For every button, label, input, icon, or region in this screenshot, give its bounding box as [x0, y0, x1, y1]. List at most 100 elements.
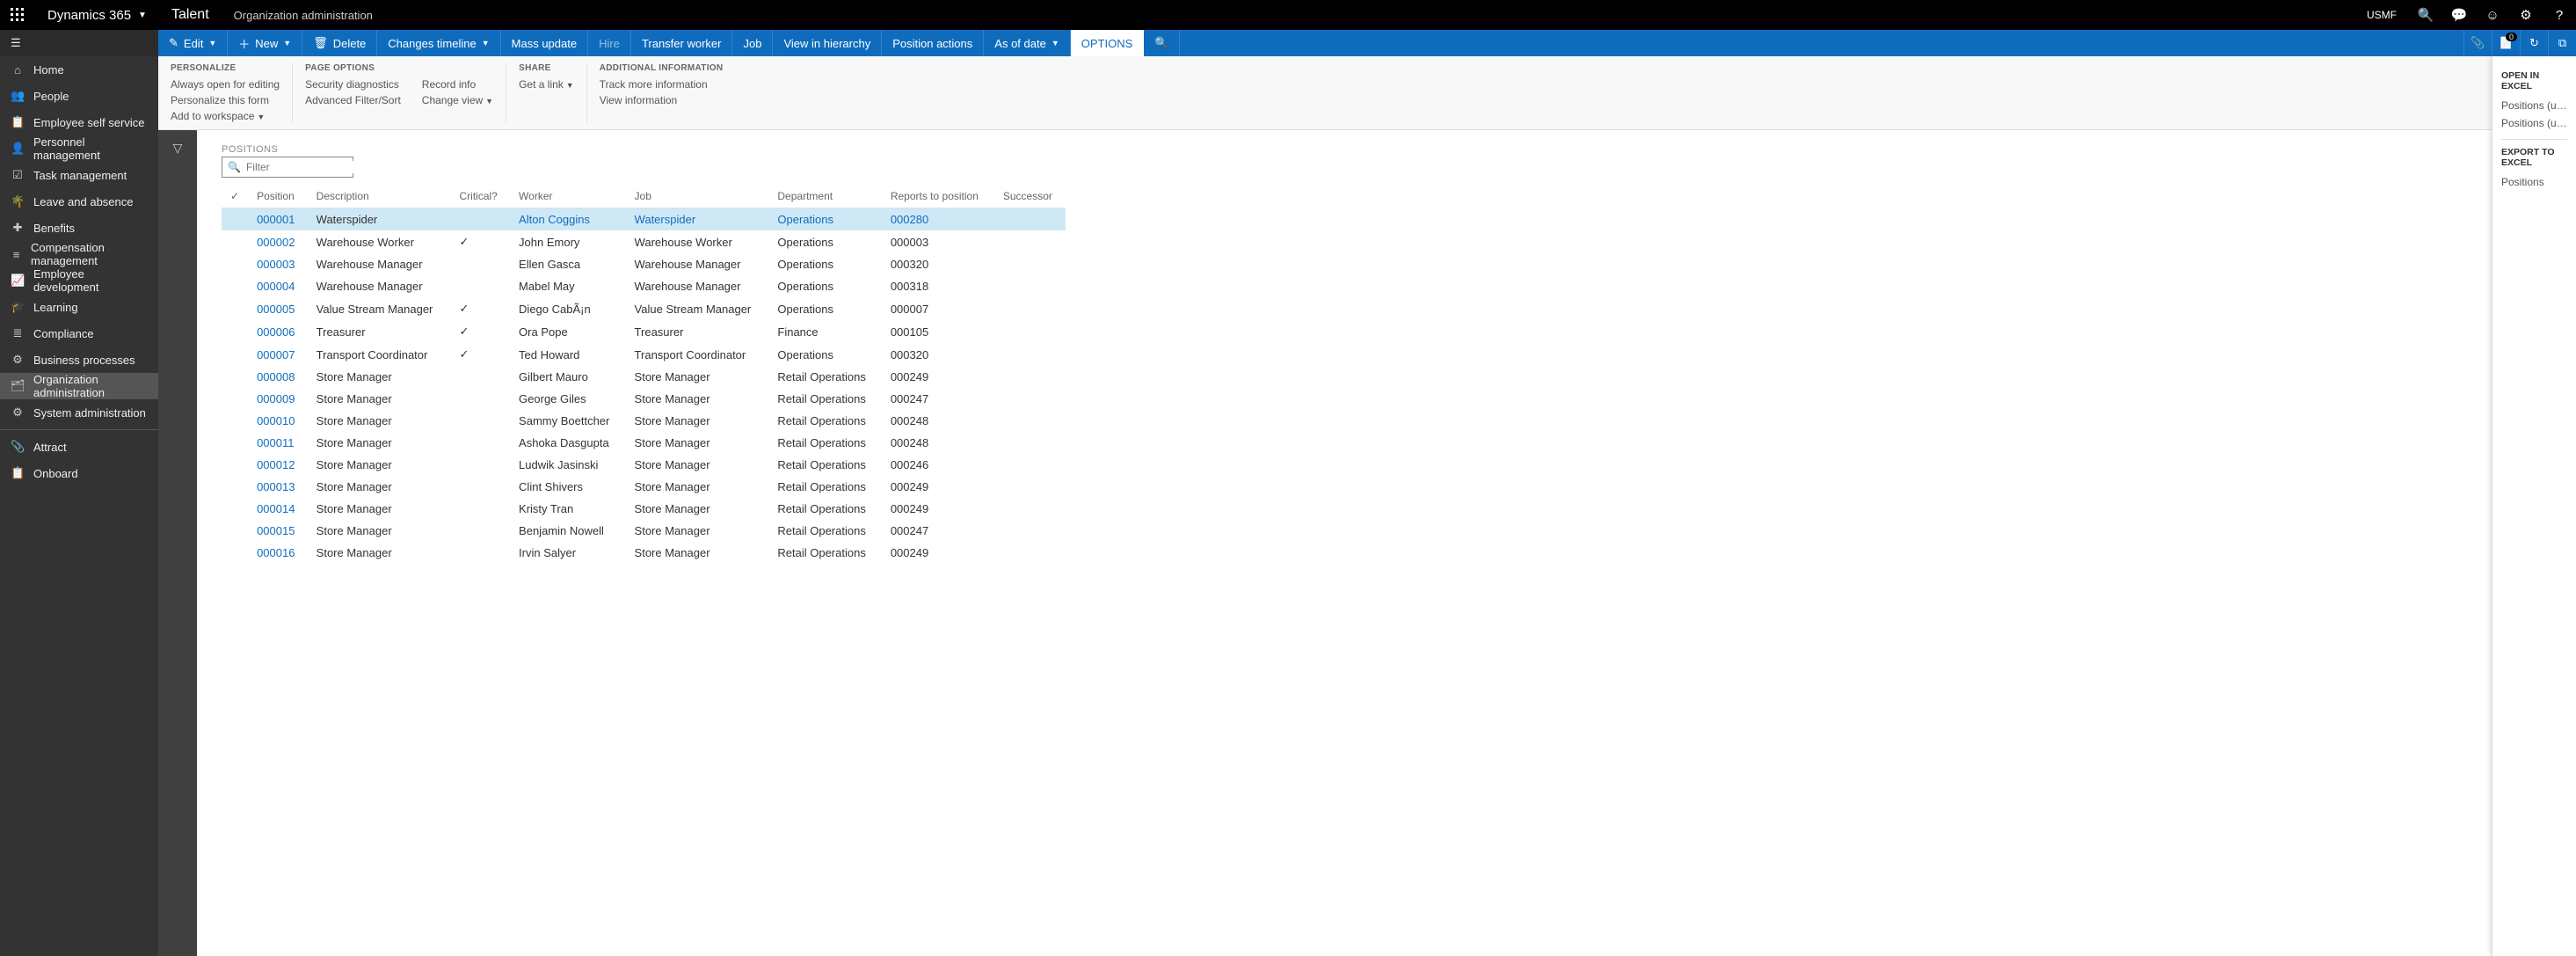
sidebar-item-home[interactable]: ⌂Home: [0, 56, 158, 83]
row-checkbox[interactable]: [222, 366, 248, 388]
table-row[interactable]: 000016Store ManagerIrvin SalyerStore Man…: [222, 542, 1066, 564]
row-checkbox[interactable]: [222, 454, 248, 476]
column-header-job[interactable]: Job: [626, 185, 769, 208]
export-excel-item[interactable]: Positions: [2501, 173, 2567, 191]
row-checkbox[interactable]: [222, 343, 248, 366]
table-row[interactable]: 000001WaterspiderAlton CogginsWaterspide…: [222, 208, 1066, 231]
office-icon[interactable]: 📎: [2463, 30, 2492, 56]
sidebar-item-compliance[interactable]: ≣Compliance: [0, 320, 158, 347]
cell-position[interactable]: 000016: [248, 542, 308, 564]
row-checkbox[interactable]: [222, 320, 248, 343]
sidebar-item-compensation-management[interactable]: ≡Compensation management: [0, 241, 158, 267]
table-row[interactable]: 000014Store ManagerKristy TranStore Mana…: [222, 498, 1066, 520]
edit-button[interactable]: ✎ Edit ▼: [158, 30, 228, 56]
row-checkbox[interactable]: [222, 410, 248, 432]
refresh-icon[interactable]: ↻: [2520, 30, 2548, 56]
sidebar-item-benefits[interactable]: ✚Benefits: [0, 215, 158, 241]
new-button[interactable]: ＋ New ▼: [228, 30, 302, 56]
sidebar-item-task-management[interactable]: ☑Task management: [0, 162, 158, 188]
table-row[interactable]: 000011Store ManagerAshoka DasguptaStore …: [222, 432, 1066, 454]
feedback-icon[interactable]: ☺: [2476, 0, 2509, 30]
cell-position[interactable]: 000003: [248, 253, 308, 275]
table-row[interactable]: 000009Store ManagerGeorge GilesStore Man…: [222, 388, 1066, 410]
legal-entity[interactable]: USMF: [2354, 9, 2409, 21]
delete-button[interactable]: 🗑 Delete: [302, 30, 377, 56]
actionbar-search-icon[interactable]: 🔍: [1144, 30, 1180, 56]
row-checkbox[interactable]: [222, 208, 248, 231]
personalize-form-link[interactable]: Personalize this form: [171, 94, 280, 106]
view-information-link[interactable]: View information: [600, 94, 724, 106]
row-checkbox[interactable]: [222, 275, 248, 297]
sidebar-item-system-administration[interactable]: ⚙System administration: [0, 399, 158, 426]
column-header-department[interactable]: Department: [768, 185, 881, 208]
always-open-editing-link[interactable]: Always open for editing: [171, 78, 280, 91]
sidebar-toggle[interactable]: ☰: [0, 30, 158, 56]
row-checkbox[interactable]: [222, 520, 248, 542]
brand-switcher[interactable]: Dynamics 365 ▼: [35, 8, 159, 23]
row-checkbox[interactable]: [222, 253, 248, 275]
column-header-description[interactable]: Description: [308, 185, 451, 208]
row-checkbox[interactable]: [222, 476, 248, 498]
options-tab[interactable]: OPTIONS: [1071, 30, 1145, 56]
cell-position[interactable]: 000013: [248, 476, 308, 498]
add-workspace-link[interactable]: Add to workspace▼: [171, 110, 280, 122]
cell-position[interactable]: 000001: [248, 208, 308, 231]
row-checkbox[interactable]: [222, 297, 248, 320]
sidebar-item-organization-administration[interactable]: 🗂Organization administration: [0, 373, 158, 399]
cell-position[interactable]: 000015: [248, 520, 308, 542]
column-header-position[interactable]: Position: [248, 185, 308, 208]
sidebar-item-employee-development[interactable]: 📈Employee development: [0, 267, 158, 294]
table-row[interactable]: 000003Warehouse ManagerEllen GascaWareho…: [222, 253, 1066, 275]
cell-position[interactable]: 000011: [248, 432, 308, 454]
as-of-date-button[interactable]: As of date ▼: [984, 30, 1070, 56]
filter-pane-icon[interactable]: ▽: [173, 141, 183, 156]
security-diagnostics-link[interactable]: Security diagnostics: [305, 78, 401, 91]
transfer-worker-button[interactable]: Transfer worker: [631, 30, 733, 56]
table-row[interactable]: 000002Warehouse Worker✓John EmoryWarehou…: [222, 230, 1066, 253]
search-icon[interactable]: 🔍: [2409, 0, 2442, 30]
table-row[interactable]: 000007Transport Coordinator✓Ted HowardTr…: [222, 343, 1066, 366]
row-checkbox[interactable]: [222, 498, 248, 520]
table-row[interactable]: 000008Store ManagerGilbert MauroStore Ma…: [222, 366, 1066, 388]
column-header-worker[interactable]: Worker: [510, 185, 626, 208]
open-excel-item[interactable]: Positions (unfiltered): [2501, 114, 2567, 132]
open-excel-item[interactable]: Positions (unfiltered): [2501, 97, 2567, 114]
cell-position[interactable]: 000009: [248, 388, 308, 410]
select-all-checkbox[interactable]: ✓: [222, 185, 248, 208]
track-more-info-link[interactable]: Track more information: [600, 78, 724, 91]
messages-icon[interactable]: 💬: [2442, 0, 2476, 30]
sidebar-item-people[interactable]: 👥People: [0, 83, 158, 109]
table-row[interactable]: 000013Store ManagerClint ShiversStore Ma…: [222, 476, 1066, 498]
sidebar-item-learning[interactable]: 🎓Learning: [0, 294, 158, 320]
cell-position[interactable]: 000004: [248, 275, 308, 297]
cell-position[interactable]: 000014: [248, 498, 308, 520]
row-checkbox[interactable]: [222, 388, 248, 410]
table-row[interactable]: 000015Store ManagerBenjamin NowellStore …: [222, 520, 1066, 542]
changes-timeline-button[interactable]: Changes timeline ▼: [377, 30, 500, 56]
cell-position[interactable]: 000012: [248, 454, 308, 476]
table-row[interactable]: 000006Treasurer✓Ora PopeTreasurerFinance…: [222, 320, 1066, 343]
column-header-critical-[interactable]: Critical?: [451, 185, 511, 208]
record-info-link[interactable]: Record info: [422, 78, 493, 91]
sidebar-item-employee-self-service[interactable]: 📋Employee self service: [0, 109, 158, 135]
filter-input[interactable]: [246, 161, 382, 173]
settings-icon[interactable]: ⚙: [2509, 0, 2543, 30]
get-link-link[interactable]: Get a link▼: [519, 78, 574, 91]
app-launcher-icon[interactable]: [0, 0, 35, 30]
help-icon[interactable]: ?: [2543, 0, 2576, 30]
job-button[interactable]: Job: [732, 30, 773, 56]
cell-position[interactable]: 000007: [248, 343, 308, 366]
filter-box[interactable]: 🔍: [222, 157, 353, 178]
cell-position[interactable]: 000010: [248, 410, 308, 432]
change-view-link[interactable]: Change view▼: [422, 94, 493, 106]
sidebar-item-attract[interactable]: 📎Attract: [0, 434, 158, 460]
row-checkbox[interactable]: [222, 230, 248, 253]
column-header-reports-to-position[interactable]: Reports to position: [882, 185, 994, 208]
popout-icon[interactable]: ⧉: [2548, 30, 2576, 56]
attachments-icon[interactable]: 📄0: [2492, 30, 2520, 56]
cell-position[interactable]: 000006: [248, 320, 308, 343]
row-checkbox[interactable]: [222, 432, 248, 454]
row-checkbox[interactable]: [222, 542, 248, 564]
column-header-successor[interactable]: Successor: [994, 185, 1066, 208]
sidebar-item-business-processes[interactable]: ⚙Business processes: [0, 347, 158, 373]
